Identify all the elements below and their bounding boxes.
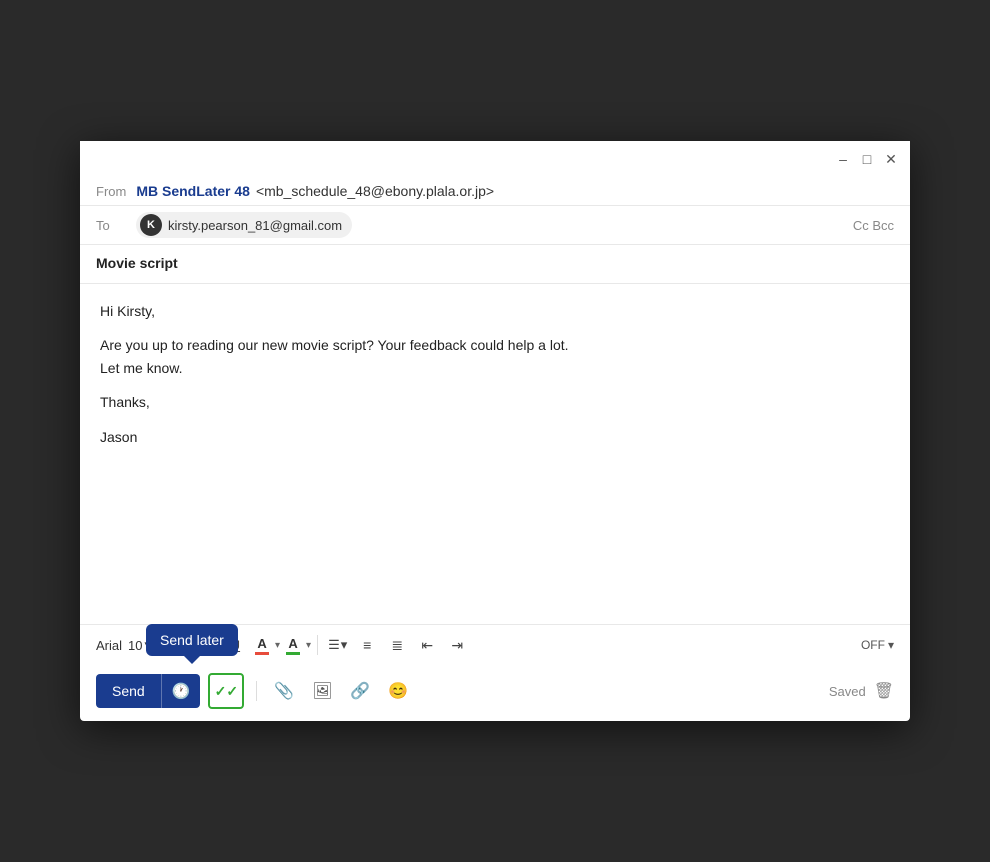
window-controls: – □ ✕ [836,152,898,166]
font-color-bar [255,652,269,655]
checkmark-button[interactable]: ✓✓ [208,673,244,709]
from-row: From MB SendLater 48 <mb_schedule_48@ebo… [80,177,910,206]
font-color-letter: A [257,636,266,651]
link-button[interactable]: 🔗 [345,676,375,706]
formatting-toolbar: Arial 10 ▾ B I U A ▾ A ▾ ☰ ▾ ≡ ≣ ⇤ [80,624,910,665]
subject-text: Movie script [96,255,178,271]
send-group: Send later Send 🕐 [96,674,200,708]
indent-increase-icon: ⇥ [451,637,463,654]
body-signature: Jason [100,426,890,448]
cc-bcc-button[interactable]: Cc Bcc [853,218,894,233]
ordered-list-icon: ≡ [363,637,371,653]
chevron-down-icon-2: ▾ [306,640,311,651]
align-button[interactable]: ☰ ▾ [324,635,351,655]
send-later-button[interactable]: 🕐 [161,674,201,708]
image-icon: 🖼 [312,681,332,701]
emoji-icon: 😊 [388,681,408,701]
send-button[interactable]: Send [96,674,161,708]
from-label: From [96,184,126,199]
bg-color-bar [286,652,300,655]
minimize-button[interactable]: – [836,152,850,166]
font-size-selector[interactable]: 10 ▾ [128,637,151,653]
separator-1 [317,635,318,655]
link-icon: 🔗 [350,681,370,701]
indent-increase-button[interactable]: ⇥ [443,631,471,659]
to-row: To K kirsty.pearson_81@gmail.com Cc Bcc [80,206,910,245]
maximize-button[interactable]: □ [860,152,874,166]
chevron-down-icon: ▾ [275,640,280,651]
attach-button[interactable]: 📎 [269,676,299,706]
close-button[interactable]: ✕ [884,152,898,166]
font-size-dropdown-icon: ▾ [144,637,151,653]
send-label: Send [112,683,145,699]
body-line3: Let me know. [100,360,183,376]
off-toggle[interactable]: OFF ▾ [861,638,894,652]
bold-button[interactable]: B [161,631,189,659]
to-label: To [96,218,126,233]
indent-decrease-icon: ⇤ [421,637,433,654]
font-name-label: Arial [96,638,122,653]
saved-status: Saved 🗑 [829,681,894,701]
send-row: Send later Send 🕐 ✓✓ 📎 🖼 🔗 😊 Saved 🗑 [80,665,910,721]
recipient-chip[interactable]: K kirsty.pearson_81@gmail.com [136,212,352,238]
align-chevron: ▾ [341,637,348,653]
font-color-button[interactable]: A [251,634,273,657]
off-chevron: ▾ [888,638,894,652]
compose-window: – □ ✕ From MB SendLater 48 <mb_schedule_… [80,141,910,721]
checkmark-icon: ✓✓ [215,683,238,700]
subject-row: Movie script [80,245,910,284]
email-body[interactable]: Hi Kirsty, Are you up to reading our new… [80,284,910,624]
body-paragraph: Are you up to reading our new movie scri… [100,334,890,379]
italic-button[interactable]: I [191,631,219,659]
emoji-button[interactable]: 😊 [383,676,413,706]
separator-actions [256,681,257,701]
attach-icon: 📎 [274,681,294,701]
unordered-list-button[interactable]: ≣ [383,631,411,659]
body-thanks: Thanks, [100,391,890,413]
ordered-list-button[interactable]: ≡ [353,631,381,659]
delete-icon[interactable]: 🗑 [874,681,894,701]
underline-button[interactable]: U [221,631,249,659]
body-greeting: Hi Kirsty, [100,300,890,322]
align-icon: ☰ [328,637,340,653]
font-size-value: 10 [128,638,142,653]
title-bar: – □ ✕ [80,141,910,177]
recipient-email: kirsty.pearson_81@gmail.com [168,218,342,233]
saved-text: Saved [829,684,866,699]
clock-icon: 🕐 [172,682,191,700]
sender-name: MB SendLater 48 [136,183,250,199]
sender-email: <mb_schedule_48@ebony.plala.or.jp> [256,183,494,199]
bg-color-letter: A [288,636,297,651]
indent-decrease-button[interactable]: ⇤ [413,631,441,659]
avatar: K [140,214,162,236]
body-line2: Are you up to reading our new movie scri… [100,337,569,353]
off-label: OFF [861,638,885,652]
unordered-list-icon: ≣ [391,637,403,654]
image-button[interactable]: 🖼 [307,676,337,706]
bg-color-button[interactable]: A [282,634,304,657]
